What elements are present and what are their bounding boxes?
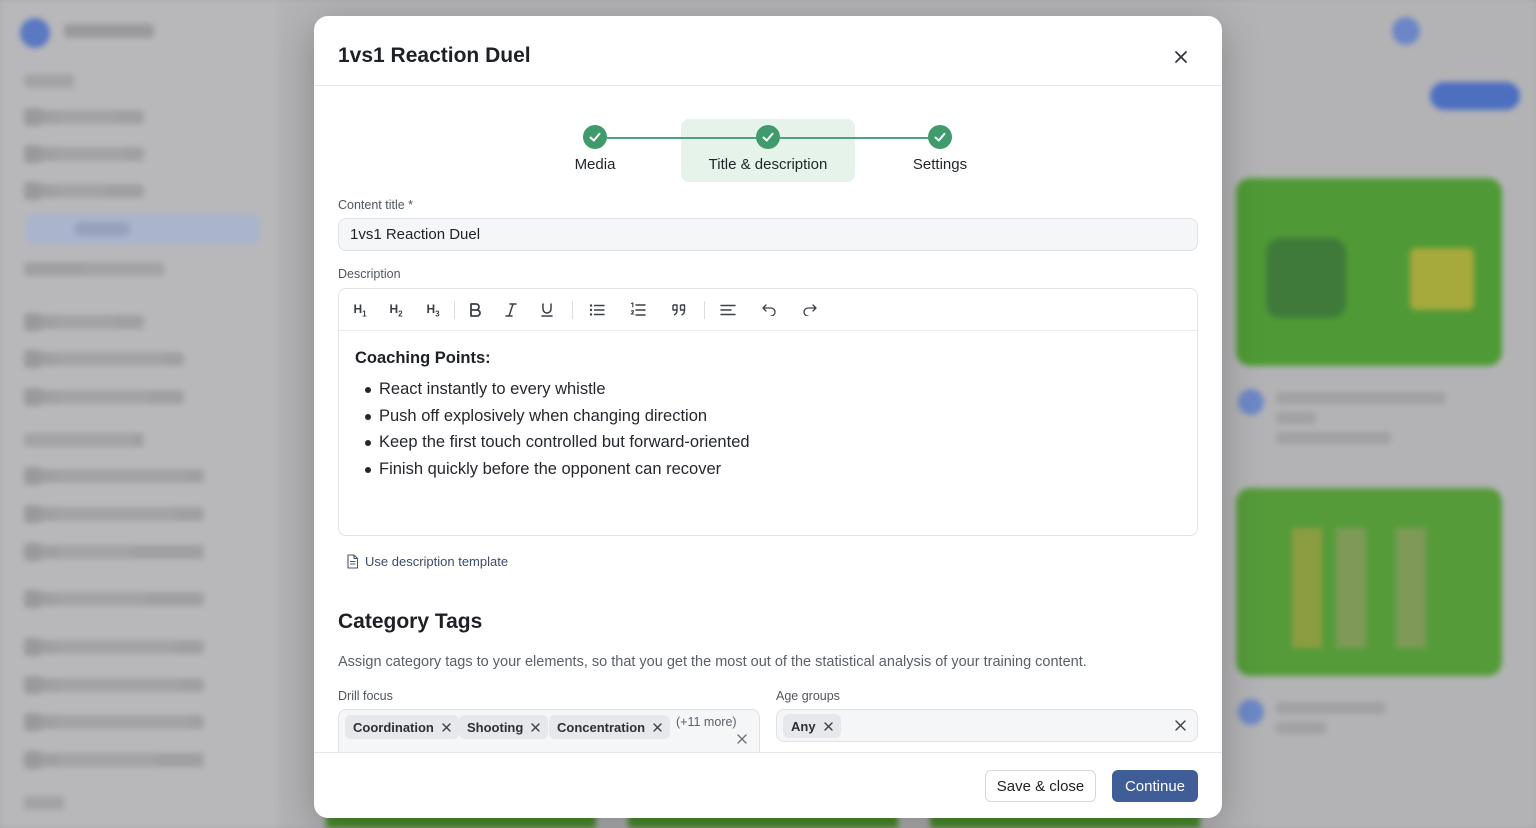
use-description-template-link[interactable]: Use description template (346, 554, 508, 569)
list-item: Keep the first touch controlled but forw… (355, 429, 1181, 456)
modal-footer: Save & close Continue (314, 752, 1222, 818)
step-label: Title & description (708, 156, 828, 173)
drill-focus-label: Drill focus (338, 689, 393, 703)
close-icon (1174, 719, 1186, 731)
close-icon (653, 722, 662, 732)
tag-chip: Any (783, 714, 841, 738)
modal-title: 1vs1 Reaction Duel (338, 44, 531, 67)
italic-icon (505, 303, 517, 317)
bold-icon (470, 303, 481, 317)
list-item: React instantly to every whistle (355, 376, 1181, 403)
age-groups-select[interactable]: Any (776, 709, 1198, 742)
continue-button[interactable]: Continue (1112, 770, 1198, 802)
quote-icon (672, 304, 686, 316)
document-icon (347, 554, 359, 569)
list-item: Finish quickly before the opponent can r… (355, 456, 1181, 483)
close-icon (1175, 51, 1187, 63)
tag-chip: Coordination (345, 715, 459, 739)
list-item: Push off explosively when changing direc… (355, 403, 1181, 430)
step-label: Media (574, 156, 616, 173)
remove-tag-button[interactable] (823, 721, 833, 731)
background-card (1236, 178, 1502, 366)
step-media[interactable]: Media (530, 125, 660, 173)
tag-chip: Concentration (549, 715, 671, 739)
remove-tag-button[interactable] (531, 722, 541, 732)
step-label: Settings (912, 156, 968, 173)
tag-label: Coordination (353, 719, 434, 735)
tag-label: Concentration (557, 719, 646, 735)
h1-icon: H1 (353, 301, 367, 319)
align-button[interactable] (717, 300, 739, 320)
content-title-input[interactable] (338, 218, 1198, 251)
age-groups-label: Age groups (776, 689, 840, 703)
redo-icon (803, 304, 817, 316)
bullet-list-button[interactable] (586, 300, 608, 320)
close-icon (737, 734, 747, 744)
tag-chip: Shooting (459, 715, 549, 739)
content-title-label: Content title * (338, 198, 414, 212)
ordered-list-icon (630, 302, 646, 316)
editor-bullet-list: React instantly to every whistle Push of… (355, 376, 1181, 482)
background-card (1236, 488, 1502, 676)
remove-tag-button[interactable] (442, 722, 451, 732)
undo-icon (762, 304, 776, 316)
underline-button[interactable] (536, 300, 558, 320)
edit-content-modal: 1vs1 Reaction Duel Media Title & descrip… (314, 16, 1222, 818)
ordered-list-button[interactable] (627, 300, 649, 320)
close-icon (531, 722, 541, 732)
heading-1-button[interactable]: H1 (349, 300, 371, 320)
undo-button[interactable] (758, 300, 780, 320)
italic-button[interactable] (500, 300, 522, 320)
close-icon (442, 722, 451, 732)
tag-label: Shooting (467, 719, 524, 735)
modal-header: 1vs1 Reaction Duel (314, 16, 1222, 86)
clear-age-groups-button[interactable] (1173, 718, 1187, 732)
category-tags-title: Category Tags (338, 610, 483, 633)
clear-drill-focus-button[interactable] (735, 732, 749, 746)
remove-tag-button[interactable] (653, 722, 662, 732)
close-icon (823, 721, 833, 731)
underline-icon (541, 303, 553, 317)
close-button[interactable] (1169, 45, 1193, 69)
step-title-description[interactable]: Title & description (703, 125, 833, 173)
template-link-label: Use description template (365, 554, 509, 569)
background-sidebar (0, 0, 278, 828)
stepper: Media Title & description Settings (314, 116, 1222, 186)
quote-button[interactable] (668, 300, 690, 320)
check-icon (583, 125, 607, 149)
h2-icon: H2 (389, 301, 403, 319)
align-left-icon (720, 304, 736, 316)
background-logo (20, 18, 50, 48)
category-tags-description: Assign category tags to your elements, s… (338, 654, 1087, 670)
editor-toolbar: H1 H2 H3 (339, 289, 1197, 331)
editor-content[interactable]: Coaching Points: React instantly to ever… (339, 331, 1197, 500)
bold-button[interactable] (464, 300, 486, 320)
description-editor[interactable]: H1 H2 H3 Coaching Points: React instantl… (338, 288, 1198, 536)
description-label: Description (338, 267, 401, 281)
more-tags-count[interactable]: (+11 more) (676, 715, 737, 729)
redo-button[interactable] (799, 300, 821, 320)
check-icon (928, 125, 952, 149)
heading-3-button[interactable]: H3 (422, 300, 444, 320)
step-settings[interactable]: Settings (875, 125, 1005, 173)
save-close-button[interactable]: Save & close (985, 770, 1096, 802)
check-icon (756, 125, 780, 149)
bullet-list-icon (589, 304, 605, 316)
tag-label: Any (791, 718, 816, 734)
h3-icon: H3 (426, 301, 440, 319)
heading-2-button[interactable]: H2 (385, 300, 407, 320)
editor-heading: Coaching Points: (355, 349, 491, 367)
